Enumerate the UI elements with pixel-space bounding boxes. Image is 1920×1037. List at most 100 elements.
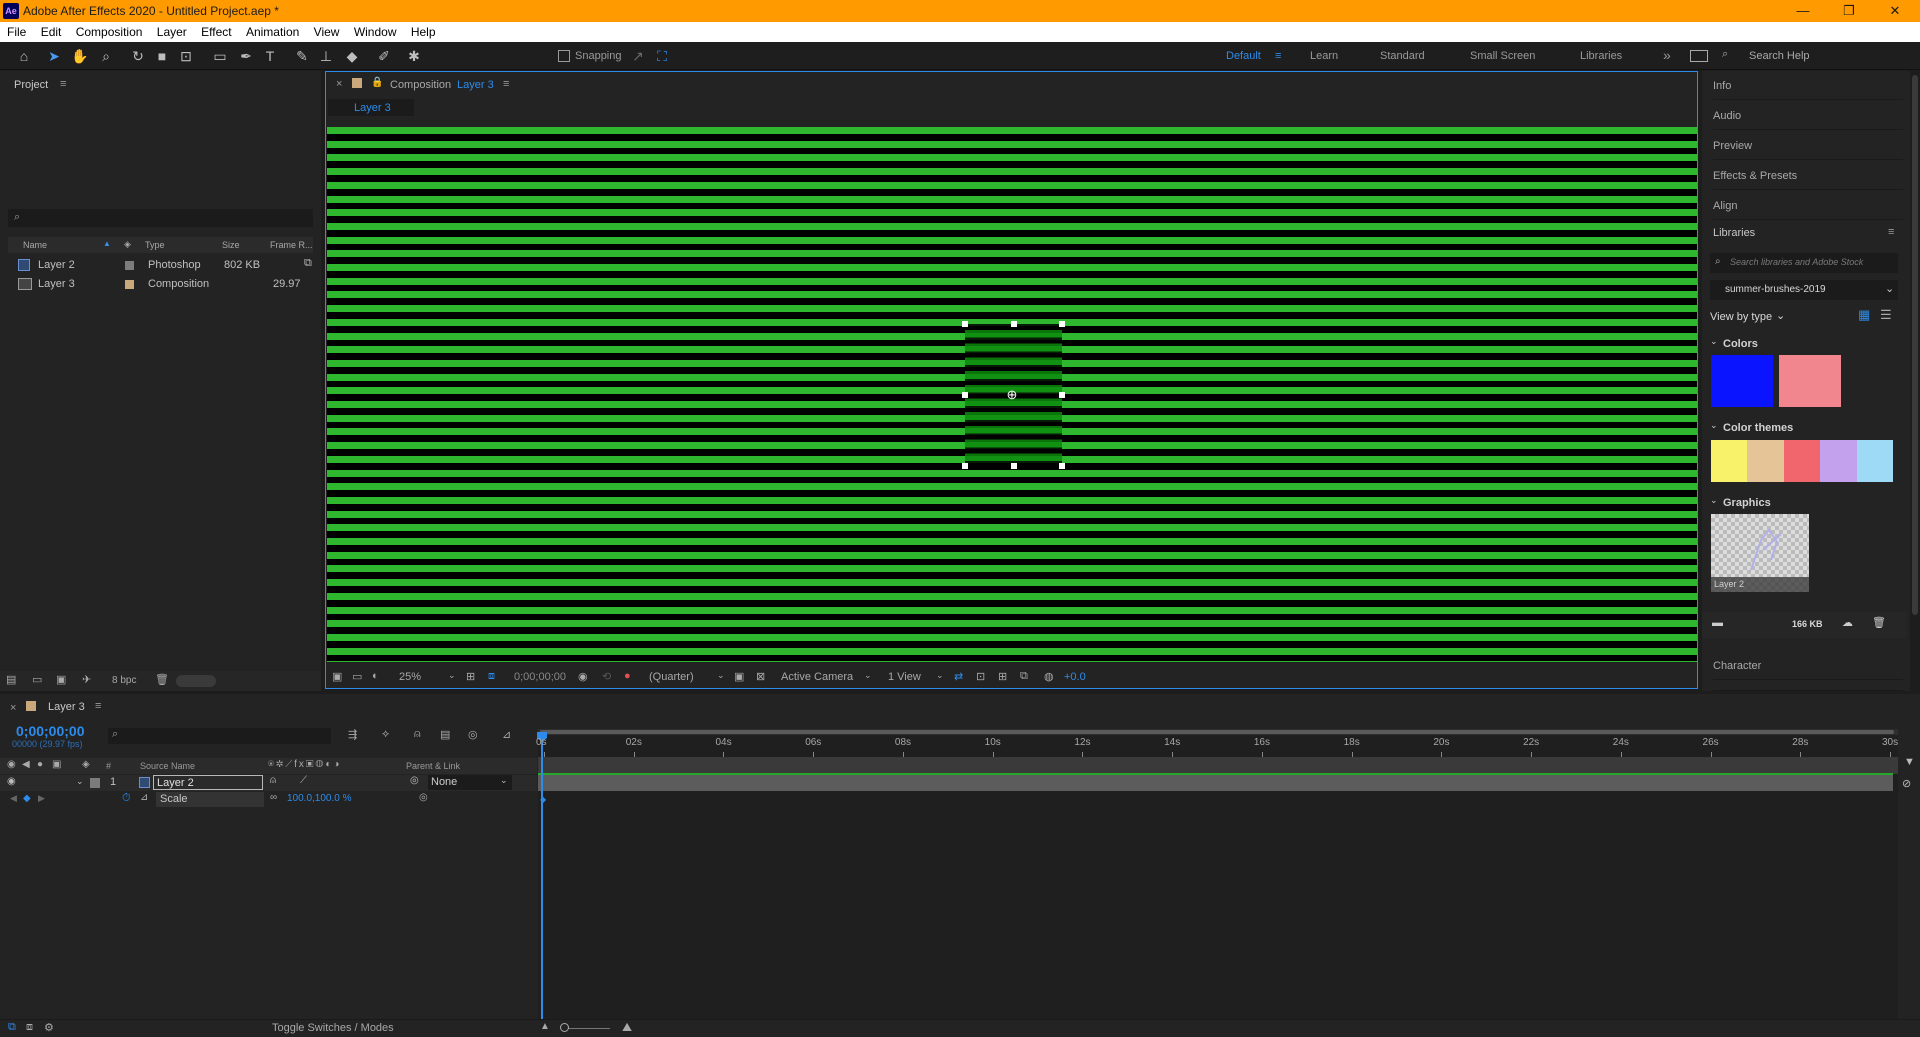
puppet-tool-icon[interactable]: ✱ <box>404 47 424 65</box>
keyframe-marker-icon[interactable]: ◆ <box>540 795 546 804</box>
pen-tool-icon[interactable]: ✒ <box>236 47 256 65</box>
lock-icon[interactable]: 🔒 <box>371 77 383 88</box>
home-icon[interactable]: ⌂ <box>14 47 34 65</box>
hand-tool-icon[interactable]: ✋ <box>70 47 90 65</box>
keyframe-icon[interactable]: ◆ <box>23 793 31 804</box>
views-dropdown[interactable]: 1 View <box>888 671 921 683</box>
visibility-eye-icon[interactable]: ◉ <box>7 776 16 787</box>
column-parent-link[interactable]: Parent & Link <box>406 761 460 771</box>
solo-icon[interactable]: ● <box>37 759 43 770</box>
trash-icon[interactable]: 🗑 <box>155 673 169 686</box>
column-size[interactable]: Size <box>222 240 240 250</box>
type-tool-icon[interactable]: T <box>260 47 280 65</box>
constrain-proportions-icon[interactable]: ∞ <box>270 792 277 803</box>
quality-switch-icon[interactable]: ⟋ <box>300 775 307 786</box>
transform-handle[interactable] <box>1010 463 1017 469</box>
library-graphic-thumbnail[interactable]: Layer 2 <box>1711 514 1809 592</box>
timeline-menu-icon[interactable]: ≡ <box>95 700 101 712</box>
layer-label-swatch[interactable] <box>90 778 100 788</box>
current-time[interactable]: 0;00;00;00 <box>514 671 566 683</box>
column-type[interactable]: Type <box>145 240 165 250</box>
new-composition-icon[interactable]: ▣ <box>56 673 66 686</box>
search-panel-icon[interactable] <box>1690 50 1708 62</box>
zoom-dropdown[interactable]: 25% <box>399 671 421 683</box>
column-frame-rate[interactable]: Frame R... <box>270 240 313 250</box>
brush-tool-icon[interactable]: ✎ <box>292 47 312 65</box>
workspace-learn[interactable]: Learn <box>1310 50 1338 62</box>
timeline-current-time[interactable]: 0;00;00;00 <box>16 723 85 739</box>
list-view-icon[interactable]: ☰ <box>1880 307 1892 323</box>
library-color-blue[interactable] <box>1711 355 1773 407</box>
layer-switches-icon[interactable]: ⧉ <box>8 1021 16 1034</box>
project-menu-icon[interactable]: ≡ <box>60 78 66 90</box>
anchor-point-icon[interactable]: ⊕ <box>1007 387 1018 403</box>
eraser-tool-icon[interactable]: ◆ <box>342 47 362 65</box>
info-panel-tab[interactable]: Info <box>1713 71 1903 100</box>
footer-slider[interactable] <box>176 675 216 687</box>
transform-handle[interactable] <box>962 321 968 327</box>
camera-tool-icon[interactable]: ■ <box>152 47 172 65</box>
transform-handle[interactable] <box>962 463 968 469</box>
next-keyframe-icon[interactable]: ▶ <box>38 793 45 804</box>
effects-presets-panel-tab[interactable]: Effects & Presets <box>1713 161 1903 190</box>
maximize-button[interactable]: ❐ <box>1826 2 1872 20</box>
workspace-libraries[interactable]: Libraries <box>1580 50 1622 62</box>
expand-chevron-down-icon[interactable]: ⌄ <box>76 776 84 787</box>
close-tab-icon[interactable]: × <box>336 78 342 90</box>
column-number[interactable]: # <box>106 761 111 771</box>
right-scrollbar[interactable] <box>1910 71 1920 691</box>
chevron-down-icon[interactable]: ⌄ <box>1710 336 1718 347</box>
transfer-controls-icon[interactable]: ⧈ <box>26 1021 33 1034</box>
folder-icon[interactable]: ▬ <box>1712 617 1723 629</box>
audio-panel-tab[interactable]: Audio <box>1713 101 1903 130</box>
selection-tool-icon[interactable]: ➤ <box>44 47 64 65</box>
comp-marker-bin-icon[interactable]: ▼ <box>1904 756 1915 768</box>
settings-icon[interactable]: ⚙ <box>44 1021 54 1034</box>
grid-view-icon[interactable]: ▦ <box>1858 307 1870 323</box>
project-item[interactable]: Layer 2 Photoshop 802 KB ⧉ <box>8 257 313 275</box>
comp-tab-prefix[interactable]: Composition <box>390 79 451 91</box>
library-select[interactable]: summer-brushes-2019 <box>1710 280 1898 300</box>
rotate-tool-icon[interactable]: ↻ <box>128 47 148 65</box>
composition-viewer[interactable]: ⊕ <box>327 127 1697 662</box>
toggle-pixel-aspect-icon[interactable]: ⇄ <box>954 670 963 683</box>
layer-duration-bar[interactable] <box>538 775 1893 791</box>
chevron-down-icon[interactable]: ⌄ <box>1710 420 1718 431</box>
graph-icon[interactable]: ⊿ <box>140 792 148 803</box>
libraries-menu-icon[interactable]: ≡ <box>1888 226 1894 238</box>
grid-icon[interactable]: ⊞ <box>466 670 475 683</box>
workspace-overflow-icon[interactable]: » <box>1663 47 1671 63</box>
lock-icon[interactable]: ▣ <box>52 759 61 770</box>
workspace-menu-icon[interactable]: ≡ <box>1275 50 1281 62</box>
timeline-layer-row[interactable]: ◉ ⌄ 1 Layer 2 ⍝ ⟋ ◎ None ⌄ <box>0 775 537 791</box>
shy-layers-icon[interactable]: ⍝ <box>414 728 421 741</box>
libraries-search-input[interactable]: Search libraries and Adobe Stock <box>1710 253 1898 273</box>
comp-mini-flowchart-icon[interactable]: ⇶ <box>348 728 357 741</box>
roto-brush-tool-icon[interactable]: ✐ <box>374 47 394 65</box>
interpret-footage-icon[interactable]: ▤ <box>6 673 16 686</box>
graph-editor-icon[interactable]: ⊿ <box>502 728 511 741</box>
library-color-pink[interactable] <box>1779 355 1841 407</box>
snapshot-icon[interactable]: ◉ <box>578 670 588 683</box>
workspace-default[interactable]: Default <box>1226 50 1261 62</box>
pan-behind-tool-icon[interactable]: ⊡ <box>176 47 196 65</box>
stopwatch-icon[interactable]: ⏱ <box>122 792 131 805</box>
label-color-swatch[interactable] <box>125 280 134 289</box>
menu-composition[interactable]: Composition <box>76 22 143 39</box>
timeline-tab-name[interactable]: Layer 3 <box>48 701 85 713</box>
paragraph-panel-tab[interactable]: Paragraph <box>1713 681 1903 691</box>
project-item[interactable]: Layer 3 Composition 29.97 <box>8 276 313 294</box>
colors-section-label[interactable]: Colors <box>1723 338 1758 350</box>
resolution-dropdown[interactable]: (Quarter) <box>649 671 694 683</box>
rectangle-tool-icon[interactable]: ▭ <box>210 47 230 65</box>
menu-layer[interactable]: Layer <box>157 22 187 39</box>
comp-tab-name[interactable]: Layer 3 <box>457 79 494 91</box>
region-of-interest-icon[interactable]: ▣ <box>734 670 744 683</box>
chevron-down-icon[interactable]: ⌄ <box>1710 495 1718 506</box>
label-color-swatch[interactable] <box>125 261 134 270</box>
menu-view[interactable]: View <box>314 22 340 39</box>
snap-edges-icon[interactable]: ↗ <box>628 47 648 65</box>
fast-previews-icon[interactable]: ⊡ <box>976 670 985 683</box>
work-area-range[interactable] <box>540 730 1894 734</box>
prev-keyframe-icon[interactable]: ◀ <box>10 793 17 804</box>
